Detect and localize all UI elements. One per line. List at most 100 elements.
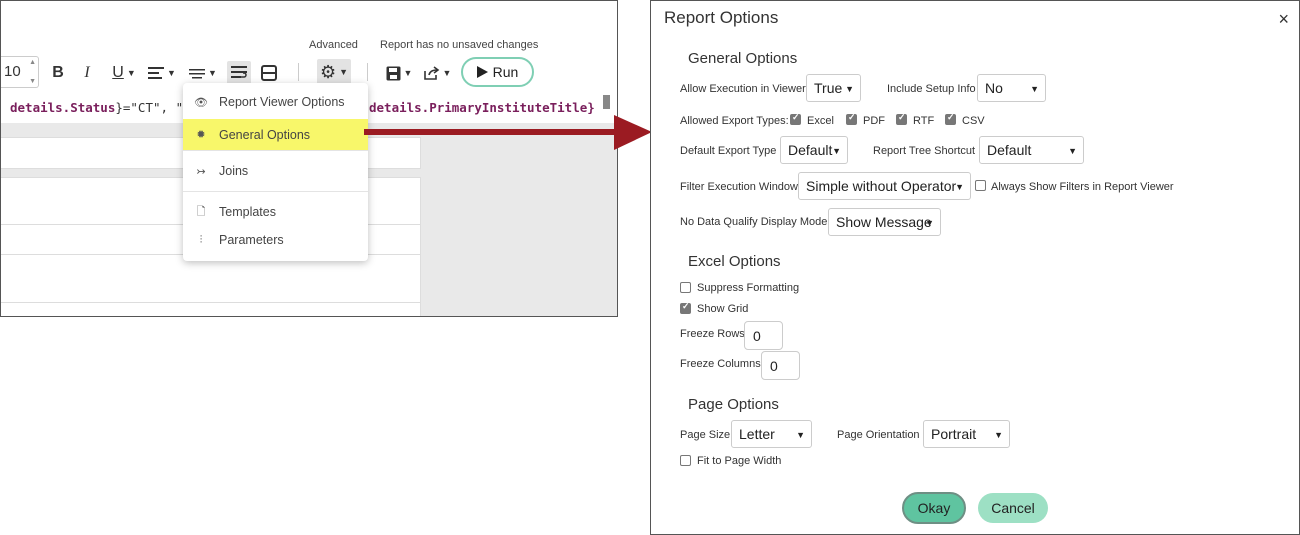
select-value: No (985, 80, 1003, 96)
chevron-down-icon: ▼ (994, 430, 1003, 440)
strikethrough-icon (189, 69, 206, 79)
wrap-text-button[interactable] (227, 61, 251, 85)
underline-icon: U (112, 64, 124, 81)
split-view-icon (261, 65, 277, 81)
include-setup-select[interactable]: No ▼ (977, 74, 1046, 102)
export-pdf-checkbox[interactable] (846, 112, 857, 125)
gear-icon: ✹ (196, 129, 206, 141)
gear-icon: ⚙ (319, 61, 337, 82)
tree-shortcut-select[interactable]: Default ▼ (979, 136, 1084, 164)
page-size-label: Page Size (680, 429, 731, 441)
menu-item-parameters[interactable]: ⫶ Parameters (183, 226, 368, 254)
menu-item-label: Report Viewer Options (219, 95, 345, 109)
advanced-button[interactable]: ⚙ ▼ (317, 59, 351, 85)
page-orientation-select[interactable]: Portrait ▼ (923, 420, 1010, 448)
menu-divider (183, 150, 368, 151)
menu-item-label: General Options (219, 127, 311, 142)
pointer-arrow-icon (364, 115, 652, 150)
underline-dropdown[interactable]: U ▼ (109, 61, 139, 85)
tree-shortcut-label: Report Tree Shortcut (873, 145, 976, 157)
code-variable-status: details.Status (10, 100, 116, 115)
suppress-formatting-checkbox[interactable] (680, 282, 691, 293)
export-pdf-label: PDF (863, 115, 885, 127)
font-size-stepper[interactable]: 10 ▲ ▼ (1, 56, 39, 88)
select-value: Simple without Operator (806, 178, 957, 194)
general-options-heading: General Options (688, 50, 798, 67)
menu-item-report-viewer-options[interactable]: 👁 Report Viewer Options (183, 88, 368, 116)
menu-item-general-options[interactable]: ✹ General Options (183, 119, 368, 150)
menu-item-joins[interactable]: ↣ Joins (183, 157, 368, 185)
chevron-down-icon: ▼ (925, 218, 934, 228)
export-csv-label: CSV (962, 115, 985, 127)
filter-window-select[interactable]: Simple without Operator ▼ (798, 172, 971, 200)
menu-item-label: Templates (219, 205, 276, 219)
select-value: True (814, 80, 843, 96)
advanced-label: Advanced (309, 39, 358, 51)
default-export-label: Default Export Type (680, 145, 777, 157)
run-label: Run (492, 64, 519, 80)
export-icon (423, 65, 439, 80)
chevron-down-icon: ▼ (1068, 146, 1077, 156)
export-excel-label: Excel (807, 115, 834, 127)
include-setup-label: Include Setup Info (887, 83, 976, 95)
fit-page-width-label: Fit to Page Width (697, 455, 782, 467)
close-icon[interactable]: × (1278, 9, 1289, 30)
toolbar-divider (367, 63, 368, 81)
dialog-title: Report Options (664, 8, 779, 27)
export-rtf-checkbox[interactable] (896, 112, 907, 125)
show-grid-checkbox[interactable] (680, 301, 691, 314)
select-value: Show Message (836, 214, 932, 230)
split-view-button[interactable] (258, 61, 280, 85)
wrap-text-icon (231, 66, 247, 78)
bold-icon[interactable]: B (49, 61, 67, 85)
play-icon (476, 66, 488, 78)
okay-button[interactable]: Okay (902, 492, 966, 524)
select-value: Default (987, 142, 1032, 158)
freeze-rows-input[interactable]: 0 (744, 321, 783, 350)
export-excel-checkbox[interactable] (790, 112, 801, 125)
fit-page-width-checkbox[interactable] (680, 455, 691, 466)
chevron-down-icon: ▼ (1030, 84, 1039, 94)
menu-item-label: Joins (219, 164, 249, 178)
export-csv-checkbox[interactable] (945, 112, 956, 125)
export-rtf-label: RTF (913, 115, 935, 127)
chevron-down-icon: ▼ (796, 430, 805, 440)
line-style-dropdown[interactable]: ▼ (187, 61, 219, 85)
menu-divider (183, 191, 368, 192)
select-value: Letter (739, 426, 775, 442)
default-export-select[interactable]: Default ▼ (780, 136, 848, 164)
select-value: Portrait (931, 426, 977, 442)
page-options-heading: Page Options (688, 396, 779, 413)
report-editor-panel: Advanced Report has no unsaved changes 1… (0, 0, 618, 317)
no-data-select[interactable]: Show Message ▼ (828, 208, 941, 236)
spin-up-icon[interactable]: ▲ (29, 59, 36, 66)
allow-execution-select[interactable]: True ▼ (806, 74, 861, 102)
page-size-select[interactable]: Letter ▼ (731, 420, 812, 448)
chevron-down-icon: ▼ (845, 84, 854, 94)
align-dropdown[interactable]: ▼ (146, 61, 178, 85)
run-button[interactable]: Run (461, 57, 534, 87)
show-grid-label: Show Grid (697, 303, 749, 315)
chevron-down-icon: ▼ (955, 182, 964, 192)
always-show-filters-checkbox[interactable] (975, 180, 986, 191)
page-orientation-label: Page Orientation (837, 429, 920, 441)
document-icon: 🗋 (196, 205, 206, 218)
menu-item-templates[interactable]: 🗋 Templates (183, 198, 368, 226)
freeze-rows-label: Freeze Rows (680, 328, 745, 340)
eye-icon: 👁 (194, 96, 208, 109)
allow-execution-label: Allow Execution in Viewer (680, 83, 806, 95)
save-icon (386, 66, 401, 80)
table-divider (1, 302, 421, 303)
spin-down-icon[interactable]: ▼ (29, 78, 36, 85)
export-dropdown[interactable]: ▼ (421, 61, 453, 85)
freeze-columns-input[interactable]: 0 (761, 351, 800, 380)
italic-icon[interactable]: I (79, 61, 95, 85)
scrollbar-thumb[interactable] (603, 95, 610, 109)
advanced-menu: 👁 Report Viewer Options ✹ General Option… (183, 83, 368, 261)
chevron-down-icon: ▼ (832, 146, 841, 156)
save-dropdown[interactable]: ▼ (383, 61, 415, 85)
no-data-label: No Data Qualify Display Mode (680, 216, 828, 228)
save-status-label: Report has no unsaved changes (380, 39, 539, 51)
cancel-button[interactable]: Cancel (978, 493, 1048, 523)
filter-window-label: Filter Execution Window (680, 181, 798, 193)
